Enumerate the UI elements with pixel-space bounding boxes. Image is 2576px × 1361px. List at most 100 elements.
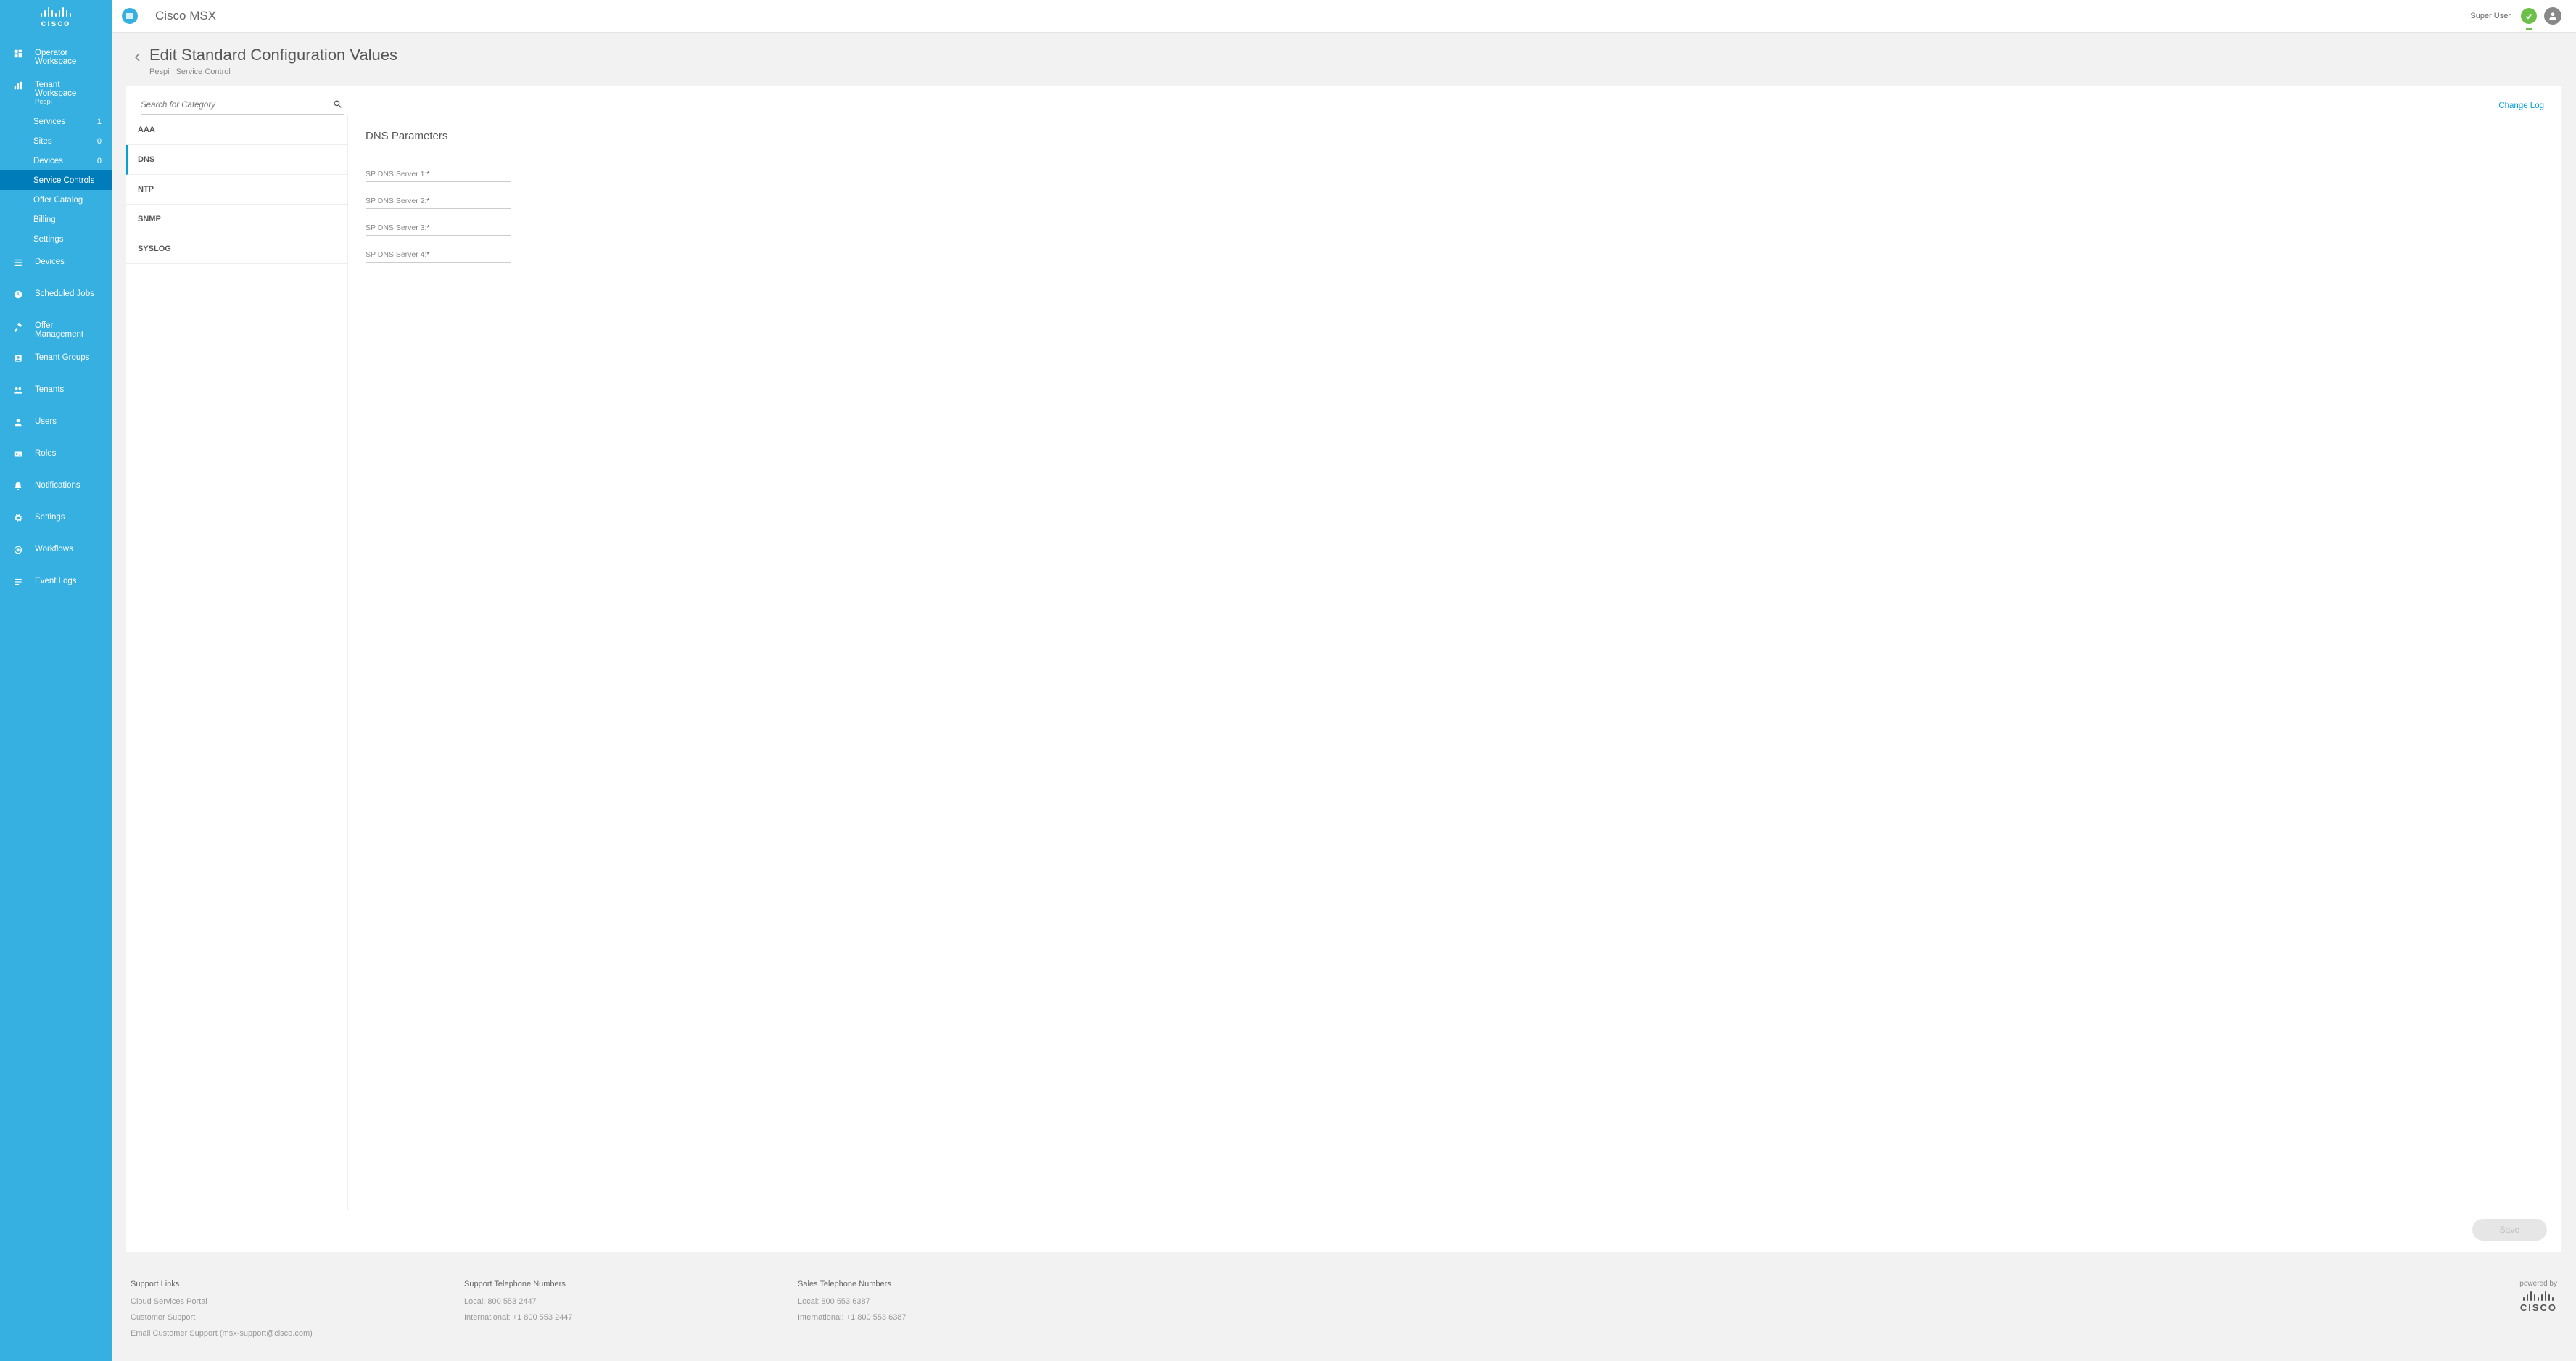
page-title: Edit Standard Configuration Values [149,46,397,65]
footer: Support Links Cloud Services Portal Custo… [112,1267,2576,1361]
footer-support-tel: Support Telephone Numbers Local: 800 553… [464,1280,754,1345]
breadcrumb: Pespi Service Control [149,67,397,76]
bell-icon [12,481,25,491]
dashboard-icon [12,49,25,59]
detail-title: DNS Parameters [366,130,2544,142]
user-icon [2548,11,2558,21]
sidebar-sub-item-badge: 0 [97,157,102,165]
id-icon [12,449,25,459]
search-icon [333,99,342,111]
footer-support-tel-0: Local: 800 553 2447 [464,1297,754,1306]
required-asterisk: * [426,170,429,178]
sidebar-item-settings[interactable]: Settings [0,504,112,536]
dns-field-2[interactable]: SP DNS Server 2:* [366,195,511,209]
dns-field-4[interactable]: SP DNS Server 4:* [366,249,511,263]
sidebar-item-label: Offer Management [35,321,103,339]
category-list: AAADNSNTPSNMPSYSLOG [126,115,348,1210]
sidebar-sub-item-sites[interactable]: Sites 0 [0,131,112,151]
required-asterisk: * [426,197,429,205]
page-header: Edit Standard Configuration Values Pespi… [112,33,2576,86]
save-button[interactable]: Save [2472,1219,2547,1241]
user-avatar-button[interactable] [2544,7,2561,25]
footer-support-link-2[interactable]: Email Customer Support (msx-support@cisc… [131,1329,421,1338]
sidebar-item-tenant-groups[interactable]: Tenant Groups [0,345,112,377]
back-button[interactable] [131,50,145,65]
hamburger-icon [125,12,134,20]
cisco-bars-icon [2520,1289,2557,1301]
category-item-snmp[interactable]: SNMP [126,205,347,234]
sidebar-item-operator-workspace[interactable]: Operator Workspace [0,40,112,72]
sidebar-sub-item-label: Settings [33,235,64,244]
footer-support-link-0[interactable]: Cloud Services Portal [131,1297,421,1306]
sidebar-item-label: Event Logs [35,577,103,585]
menu-icon [12,258,25,268]
sidebar-item-devices[interactable]: Devices [0,249,112,281]
required-asterisk: * [426,250,429,259]
sidebar-item-notifications[interactable]: Notifications [0,472,112,504]
field-label: SP DNS Server 3: [366,223,426,232]
sidebar-item-label: Settings [35,513,103,522]
change-log-link[interactable]: Change Log [2498,102,2544,110]
field-label: SP DNS Server 1: [366,170,426,178]
workflow-icon [12,545,25,555]
sidebar-sub-item-service-controls[interactable]: Service Controls [0,170,112,190]
footer-support-tel-title: Support Telephone Numbers [464,1280,754,1288]
category-item-ntp[interactable]: NTP [126,175,347,205]
category-item-syslog[interactable]: SYSLOG [126,234,347,264]
clock-icon [12,289,25,300]
status-indicator[interactable] [2521,8,2537,24]
footer-support-links-title: Support Links [131,1280,421,1288]
sidebar-item-tenant-workspace[interactable]: Tenant WorkspacePespi [0,72,112,112]
powered-by-label: powered by [2519,1280,2557,1288]
sidebar-item-label: Devices [35,258,103,266]
sidebar-sub-item-label: Services [33,118,65,126]
brand-word: cisco [41,18,71,28]
dns-field-3[interactable]: SP DNS Server 3:* [366,222,511,236]
sidebar-sub-item-label: Sites [33,137,52,146]
footer-support-tel-1: International: +1 800 553 2447 [464,1313,754,1322]
category-item-aaa[interactable]: AAA [126,115,347,145]
sidebar-sub-item-label: Offer Catalog [33,196,83,205]
footer-sales-tel-0: Local: 800 553 6387 [798,1297,1088,1306]
sidebar-sub-item-billing[interactable]: Billing [0,210,112,229]
menu-toggle-button[interactable] [122,8,138,24]
sidebar-item-label: Tenant Workspace [35,81,103,98]
cisco-bars-icon [41,5,71,17]
required-asterisk: * [426,223,429,232]
footer-support-link-1[interactable]: Customer Support [131,1313,421,1322]
topbar: Cisco MSX Super User [112,0,2576,33]
sidebar-sub-item-services[interactable]: Services1 [0,112,112,131]
detail-panel: DNS Parameters SP DNS Server 1:*SP DNS S… [348,115,2561,1210]
crumb-tenant[interactable]: Pespi [149,67,170,76]
chevron-left-icon [134,52,141,62]
sidebar-item-users[interactable]: Users [0,408,112,440]
sidebar-sub-item-settings-sub[interactable]: Settings [0,229,112,249]
sidebar-item-workflows[interactable]: Workflows [0,536,112,568]
sidebar-item-label: Tenant Groups [35,353,103,362]
sidebar-sub-item-offer-catalog[interactable]: Offer Catalog [0,190,112,210]
sidebar-item-tenants[interactable]: Tenants [0,377,112,408]
sidebar: cisco Operator Workspace Tenant Workspace… [0,0,112,1361]
sidebar-sub-item-badge: 0 [97,137,102,146]
dns-field-1[interactable]: SP DNS Server 1:* [366,168,511,182]
category-item-dns[interactable]: DNS [126,145,347,175]
sidebar-item-offer-management[interactable]: Offer Management [0,313,112,345]
sidebar-item-sublabel: Pespi [35,98,103,106]
sidebar-sub-item-label: Service Controls [33,176,94,185]
main: Cisco MSX Super User Edit Standard Confi… [112,0,2576,1361]
logs-icon [12,577,25,587]
sidebar-item-label: Workflows [35,545,103,554]
sidebar-item-label: Notifications [35,481,103,490]
brand-logo: cisco [0,0,112,33]
product-title: Cisco MSX [155,9,216,23]
sidebar-sub-item-devices-sub[interactable]: Devices0 [0,151,112,170]
crumb-section[interactable]: Service Control [176,67,231,76]
sidebar-item-scheduled-jobs[interactable]: Scheduled Jobs [0,281,112,313]
footer-sales-tel-title: Sales Telephone Numbers [798,1280,1088,1288]
sidebar-item-event-logs[interactable]: Event Logs [0,568,112,600]
category-search-input[interactable] [141,96,344,115]
powered-brand: CISCO [2520,1302,2557,1313]
user-icon [12,417,25,427]
sidebar-item-roles[interactable]: Roles [0,440,112,472]
sidebar-item-label: Operator Workspace [35,49,103,66]
